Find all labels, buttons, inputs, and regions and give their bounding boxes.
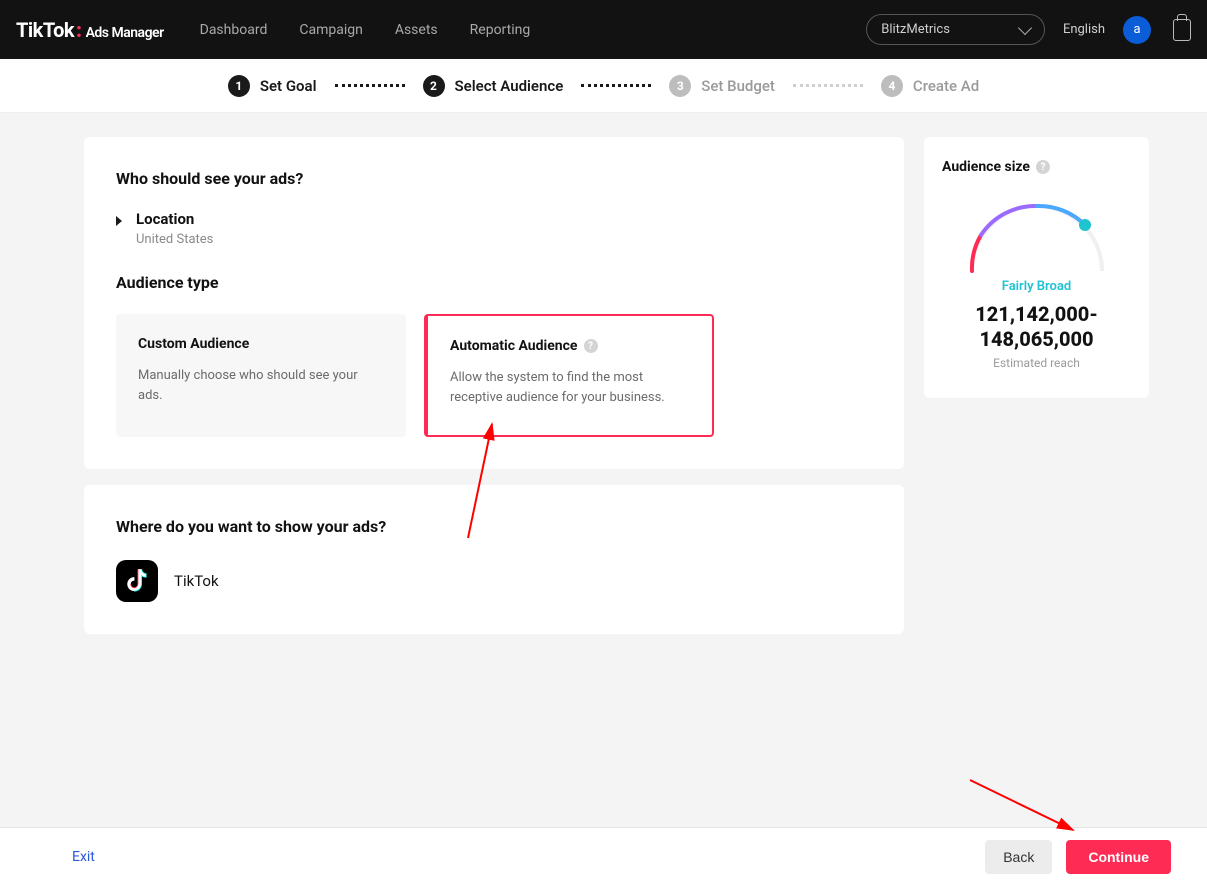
logo-colon: : [76,18,82,42]
help-icon[interactable]: ? [584,339,598,353]
logo[interactable]: TikTok : Ads Manager [16,18,164,42]
account-name: BlitzMetrics [881,22,950,37]
placements-card: Where do you want to show your ads? TikT… [84,485,904,634]
exit-link[interactable]: Exit [72,849,95,865]
step-create-ad[interactable]: 4 Create Ad [881,75,979,97]
step-label: Set Goal [260,77,317,95]
audience-size-title: Audience size [942,159,1030,175]
audience-option-desc: Manually choose who should see your ads. [138,366,384,405]
step-label: Set Budget [701,77,775,95]
audience-option-title: Automatic Audience [450,338,578,354]
right-column: Audience size ? Fairly Broad 121,142,000… [924,137,1149,634]
location-row[interactable]: Location United States [116,210,872,247]
audience-option-desc: Allow the system to find the most recept… [450,368,690,407]
audience-type-label: Audience type [116,273,872,292]
main-content: Who should see your ads? Location United… [0,113,1207,658]
placement-tiktok[interactable]: TikTok [116,560,872,602]
nav-dashboard[interactable]: Dashboard [200,22,268,38]
audience-size-level: Fairly Broad [942,279,1131,294]
tiktok-icon [116,560,158,602]
audience-size-range: 121,142,000-148,065,000 [942,302,1131,352]
audience-option-automatic[interactable]: Automatic Audience ? Allow the system to… [424,314,714,437]
audience-option-custom[interactable]: Custom Audience Manually choose who shou… [116,314,406,437]
step-set-goal[interactable]: 1 Set Goal [228,75,317,97]
avatar-initial: a [1133,22,1140,37]
step-connector [581,84,651,87]
step-number: 2 [423,75,445,97]
nav-reporting[interactable]: Reporting [470,22,531,38]
nav-assets[interactable]: Assets [395,22,438,38]
top-nav: Dashboard Campaign Assets Reporting [200,22,531,38]
help-icon[interactable]: ? [1036,160,1050,174]
location-label: Location [136,210,213,228]
location-value: United States [136,232,213,247]
step-label: Create Ad [913,77,979,95]
audience-size-card: Audience size ? Fairly Broad 121,142,000… [924,137,1149,398]
step-set-budget[interactable]: 3 Set Budget [669,75,775,97]
language-selector[interactable]: English [1063,22,1105,37]
clipboard-icon[interactable] [1173,19,1191,41]
audience-card: Who should see your ads? Location United… [84,137,904,469]
placements-title: Where do you want to show your ads? [116,517,872,536]
audience-type-grid: Custom Audience Manually choose who shou… [116,314,872,437]
step-number: 1 [228,75,250,97]
step-label: Select Audience [455,77,564,95]
back-button[interactable]: Back [985,840,1052,874]
continue-button[interactable]: Continue [1066,840,1171,874]
top-bar-right: BlitzMetrics English a [866,14,1191,45]
gauge [942,193,1131,273]
audience-size-estimated: Estimated reach [942,356,1131,370]
step-select-audience[interactable]: 2 Select Audience [423,75,564,97]
stepper: 1 Set Goal 2 Select Audience 3 Set Budge… [0,59,1207,113]
nav-campaign[interactable]: Campaign [299,22,362,38]
footer-bar: Exit Back Continue [0,827,1207,885]
step-number: 3 [669,75,691,97]
step-connector [793,84,863,87]
logo-sub: Ads Manager [86,25,164,41]
chevron-down-icon [1018,20,1032,34]
left-column: Who should see your ads? Location United… [84,137,904,634]
audience-title: Who should see your ads? [116,169,872,188]
placement-label: TikTok [174,572,219,590]
account-selector[interactable]: BlitzMetrics [866,14,1045,45]
step-number: 4 [881,75,903,97]
audience-option-title: Custom Audience [138,336,384,352]
step-connector [335,84,405,87]
top-bar: TikTok : Ads Manager Dashboard Campaign … [0,0,1207,59]
logo-main: TikTok [16,18,74,42]
avatar[interactable]: a [1123,16,1151,44]
caret-right-icon [116,216,122,226]
